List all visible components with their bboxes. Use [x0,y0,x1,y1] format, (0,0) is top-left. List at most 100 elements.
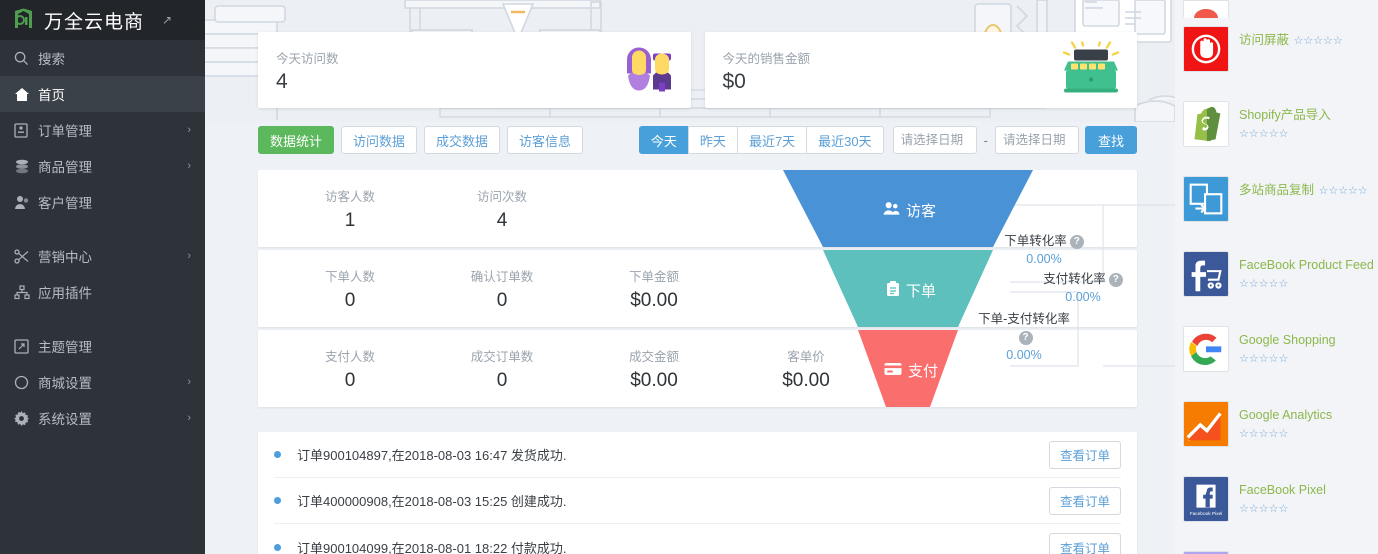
metric-label: 支付人数 [324,349,375,364]
sidebar-item-plugins[interactable]: 应用插件 [0,274,205,310]
multisite-copy-icon [1183,176,1229,222]
range-yesterday[interactable]: 昨天 [687,126,737,154]
app-list-clipped-item[interactable] [1183,0,1378,18]
range-last-7-days[interactable]: 最近7天 [736,126,807,154]
google-icon [1183,326,1229,372]
metric-value: $0.00 [630,289,678,311]
sidebar-item-label: 系统设置 [38,412,92,427]
search-button[interactable]: 查找 [1084,126,1137,154]
left-sidebar: 万全云电商 ↗︎ 搜索 首页 订单管理 › 商品管理 › 客户管理 营销中心 ›… [0,0,205,554]
app-item-facebook-pixel[interactable]: Facebook Pixel FaceBook Pixel ☆☆☆☆☆ [1183,468,1378,543]
block-hand-icon [1183,26,1229,72]
external-link-icon[interactable]: ↗︎ [162,13,172,27]
app-item-google-shopping[interactable]: Google Shopping ☆☆☆☆☆ [1183,318,1378,393]
orders-icon [14,122,34,138]
metric-order-people: 下单人数 0 [274,266,426,312]
order-activity-list: 订单900104897,在2018-08-03 16:47 发货成功. 查看订单… [258,432,1137,554]
sidebar-item-system-settings[interactable]: 系统设置 › [0,400,205,436]
range-today[interactable]: 今天 [638,126,688,154]
sidebar-nav: 搜索 首页 订单管理 › 商品管理 › 客户管理 营销中心 › 应用插件 主题管… [0,40,205,436]
card-value: $0 [722,70,746,93]
app-item-facebook-product-feed[interactable]: FaceBook Product Feed ☆☆☆☆☆ [1183,243,1378,318]
app-name: 多站商品复制 [1239,183,1315,197]
chevron-right-icon: › [187,250,191,262]
tab-visitor-info[interactable]: 访客信息 [507,126,584,154]
brand-name: 万全云电商 [44,11,145,33]
metric-value: $0.00 [630,369,678,391]
metric-label: 确认订单数 [470,269,534,284]
facebook-pixel-icon: Facebook Pixel [1183,476,1229,522]
sidebar-item-search[interactable]: 搜索 [0,40,205,76]
sidebar-item-products[interactable]: 商品管理 › [0,148,205,184]
app-item-multisite-copy[interactable]: 多站商品复制 ☆☆☆☆☆ [1183,168,1378,243]
order-activity-text: 订单900104897,在2018-08-03 16:47 发货成功. [297,448,567,463]
metric-visitor-count: 访客人数 1 [274,186,426,232]
search-icon [14,51,34,66]
app-rating-stars: ☆☆☆☆☆ [1239,128,1289,140]
order-activity-text: 订单400000908,在2018-08-03 15:25 创建成功. [297,494,567,509]
tab-data-statistics[interactable]: 数据统计 [258,126,335,154]
theme-icon [14,338,34,354]
app-store-panel: 访问屏蔽 ☆☆☆☆☆ Shopify产品导入 ☆☆☆☆☆ 多站商品复制 ☆☆☆☆… [1175,0,1378,554]
tab-visit-data[interactable]: 访问数据 [341,126,418,154]
app-item-shopify-import[interactable]: Shopify产品导入 ☆☆☆☆☆ [1183,93,1378,168]
list-item: 订单900104099,在2018-08-01 18:22 付款成功. 查看订单 [274,524,1121,554]
app-item-google-analytics[interactable]: Google Analytics ☆☆☆☆☆ [1183,393,1378,468]
sidebar-item-label: 商城设置 [38,376,92,391]
marketing-icon [14,248,34,264]
sidebar-item-label: 商品管理 [38,160,92,175]
card-value: 4 [276,70,288,93]
metric-confirmed-orders: 确认订单数 0 [426,266,578,312]
metric-label: 成交金额 [628,349,679,364]
sidebar-item-home[interactable]: 首页 [0,76,205,112]
app-name: Shopify产品导入 [1239,108,1331,122]
metric-label: 访客人数 [324,189,375,204]
sidebar-item-marketing[interactable]: 营销中心 › [0,238,205,274]
app-item-quick-shopping[interactable]: 快速购物 ☆☆☆☆☆ [1183,543,1378,554]
home-icon [14,87,34,102]
app-rating-stars: ☆☆☆☆☆ [1239,278,1289,290]
metric-label: 访问次数 [476,189,527,204]
toolbar: 数据统计 访问数据 成交数据 访客信息 今天 昨天 最近7天 最近30天 - [205,108,1175,154]
metric-value: 0 [344,289,356,311]
date-range-separator: - [983,132,988,148]
app-item-block[interactable]: 访问屏蔽 ☆☆☆☆☆ [1183,18,1378,93]
shop-settings-icon [14,375,34,390]
summary-cards: 今天访问数 4 今天的销售金额 $0 [205,0,1175,108]
card-title: 今天的销售金额 [722,52,811,66]
sidebar-item-orders[interactable]: 订单管理 › [0,112,205,148]
bullet-icon [274,497,281,504]
chevron-right-icon: › [187,124,191,136]
sidebar-item-theme[interactable]: 主题管理 [0,328,205,364]
app-meta: FaceBook Pixel ☆☆☆☆☆ [1239,476,1378,517]
logo-icon [12,8,35,32]
sidebar-item-shop-settings[interactable]: 商城设置 › [0,364,205,400]
sidebar-item-customers[interactable]: 客户管理 [0,184,205,220]
metric-visit-count: 访问次数 4 [426,186,578,232]
shopify-icon [1183,101,1229,147]
view-order-button[interactable]: 查看订单 [1048,440,1121,469]
sidebar-item-label: 首页 [38,88,65,103]
metric-label: 客单价 [787,349,825,364]
view-order-button[interactable]: 查看订单 [1048,486,1121,515]
range-last-30-days[interactable]: 最近30天 [806,126,884,154]
conversion-funnel: 访客人数 1 访问次数 4 下单人数 0 确认订单数 0 下单金额 $0.00 … [258,170,1175,410]
metric-completed-orders: 成交订单数 0 [426,346,578,392]
app-name: Google Analytics [1239,408,1333,422]
metric-value: 0 [496,369,508,391]
customers-icon [14,195,34,210]
card-title: 今天访问数 [276,52,339,66]
view-order-button[interactable]: 查看订单 [1048,533,1121,554]
date-from-input[interactable] [892,126,977,154]
tab-transaction-data[interactable]: 成交数据 [424,126,501,154]
funnel-row-orders: 下单人数 0 确认订单数 0 下单金额 $0.00 [258,250,1137,327]
app-meta: FaceBook Product Feed ☆☆☆☆☆ [1239,251,1378,292]
metric-avg-order-value: 客单价 $0.00 [730,346,882,392]
date-to-input[interactable] [994,126,1079,154]
metric-paid-people: 支付人数 0 [274,346,426,392]
sidebar-item-label: 营销中心 [38,250,92,265]
chevron-right-icon: › [187,412,191,424]
brand-header: 万全云电商 ↗︎ [0,0,205,40]
app-name: 访问屏蔽 [1239,33,1290,47]
metric-value: 0 [344,369,356,391]
